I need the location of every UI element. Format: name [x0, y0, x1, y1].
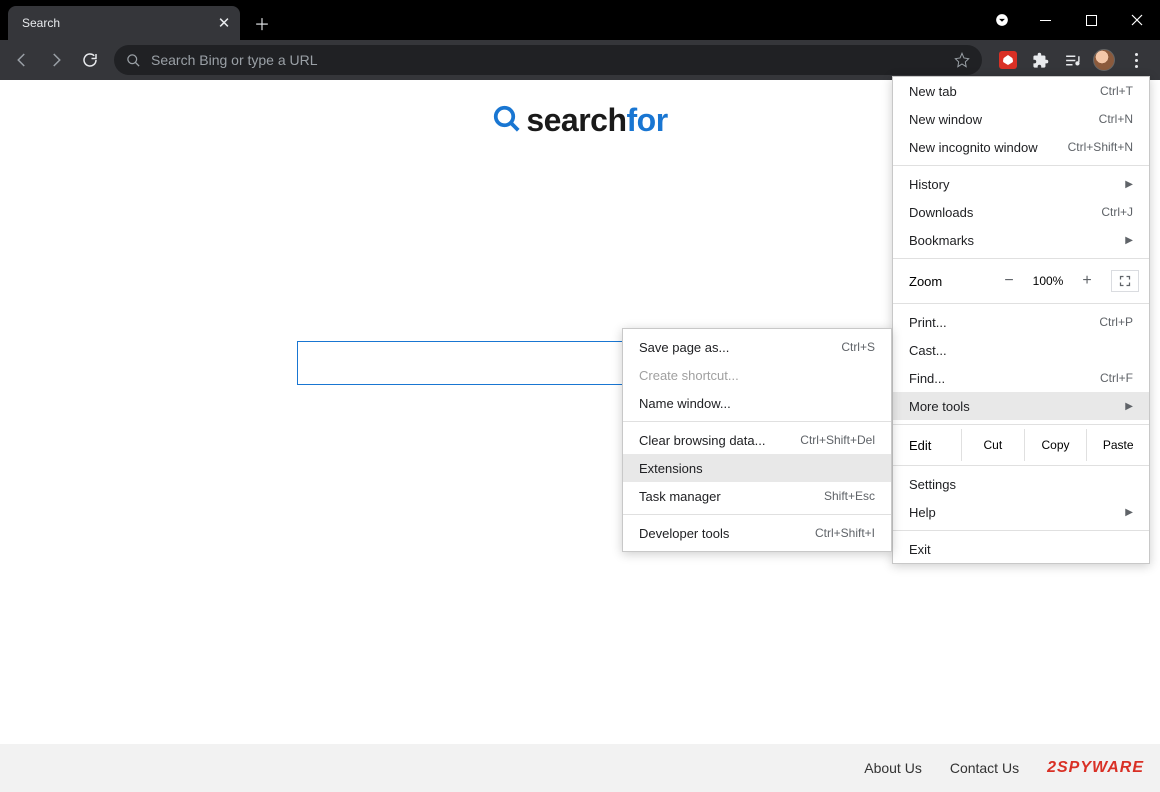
back-button[interactable]	[6, 44, 38, 76]
watermark: 2SPYWARE	[1047, 759, 1144, 777]
edit-copy-button[interactable]: Copy	[1024, 429, 1087, 461]
address-bar[interactable]: Search Bing or type a URL	[114, 45, 982, 75]
browser-tab[interactable]: Search ✕	[8, 6, 240, 40]
submenu-name-window[interactable]: Name window...	[623, 389, 891, 417]
submenu-extensions[interactable]: Extensions	[623, 454, 891, 482]
logo-text-1: search	[526, 102, 626, 138]
menu-cast[interactable]: Cast...	[893, 336, 1149, 364]
menu-more-tools[interactable]: More tools▶	[893, 392, 1149, 420]
profile-avatar[interactable]	[1090, 46, 1118, 74]
zoom-in-button[interactable]: +	[1073, 272, 1101, 290]
chrome-menu: New tabCtrl+T New windowCtrl+N New incog…	[892, 76, 1150, 564]
new-tab-button[interactable]: ＋	[248, 9, 276, 37]
menu-new-incognito[interactable]: New incognito windowCtrl+Shift+N	[893, 133, 1149, 161]
close-window-button[interactable]	[1114, 0, 1160, 40]
chrome-menu-button[interactable]	[1122, 46, 1150, 74]
submenu-dev-tools[interactable]: Developer toolsCtrl+Shift+I	[623, 519, 891, 547]
search-icon	[126, 53, 141, 68]
ublock-extension-icon[interactable]	[994, 46, 1022, 74]
omnibox-placeholder: Search Bing or type a URL	[151, 52, 954, 68]
toolbar: Search Bing or type a URL	[0, 40, 1160, 80]
zoom-out-button[interactable]: −	[995, 272, 1023, 290]
magnifier-icon	[492, 104, 522, 134]
titlebar: Search ✕ ＋	[0, 0, 1160, 40]
menu-exit[interactable]: Exit	[893, 535, 1149, 563]
menu-downloads[interactable]: DownloadsCtrl+J	[893, 198, 1149, 226]
menu-bookmarks[interactable]: Bookmarks▶	[893, 226, 1149, 254]
submenu-clear-data[interactable]: Clear browsing data...Ctrl+Shift+Del	[623, 426, 891, 454]
footer: About Us Contact Us 2SPYWARE	[0, 744, 1160, 792]
menu-history[interactable]: History▶	[893, 170, 1149, 198]
forward-button[interactable]	[40, 44, 72, 76]
extensions-puzzle-icon[interactable]	[1026, 46, 1054, 74]
submenu-save-page[interactable]: Save page as...Ctrl+S	[623, 333, 891, 361]
menu-help[interactable]: Help▶	[893, 498, 1149, 526]
media-control-icon[interactable]	[1058, 46, 1086, 74]
more-tools-submenu: Save page as...Ctrl+S Create shortcut...…	[622, 328, 892, 552]
submenu-create-shortcut[interactable]: Create shortcut...	[623, 361, 891, 389]
edit-paste-button[interactable]: Paste	[1086, 429, 1149, 461]
about-link[interactable]: About Us	[864, 760, 922, 776]
edit-cut-button[interactable]: Cut	[961, 429, 1024, 461]
fullscreen-button[interactable]	[1111, 270, 1139, 292]
close-tab-icon[interactable]: ✕	[216, 15, 232, 31]
tab-title: Search	[22, 16, 216, 30]
menu-edit-row: Edit Cut Copy Paste	[893, 429, 1149, 461]
menu-new-window[interactable]: New windowCtrl+N	[893, 105, 1149, 133]
maximize-button[interactable]	[1068, 0, 1114, 40]
menu-settings[interactable]: Settings	[893, 470, 1149, 498]
menu-zoom: Zoom − 100% +	[893, 263, 1149, 299]
minimize-button[interactable]	[1022, 0, 1068, 40]
contact-link[interactable]: Contact Us	[950, 760, 1019, 776]
menu-find[interactable]: Find...Ctrl+F	[893, 364, 1149, 392]
logo-text-2: for	[627, 102, 668, 138]
menu-print[interactable]: Print...Ctrl+P	[893, 308, 1149, 336]
submenu-task-manager[interactable]: Task managerShift+Esc	[623, 482, 891, 510]
bookmark-star-icon[interactable]	[954, 52, 970, 68]
menu-new-tab[interactable]: New tabCtrl+T	[893, 77, 1149, 105]
site-status-icon	[982, 0, 1022, 40]
reload-button[interactable]	[74, 44, 106, 76]
zoom-value: 100%	[1023, 274, 1073, 288]
